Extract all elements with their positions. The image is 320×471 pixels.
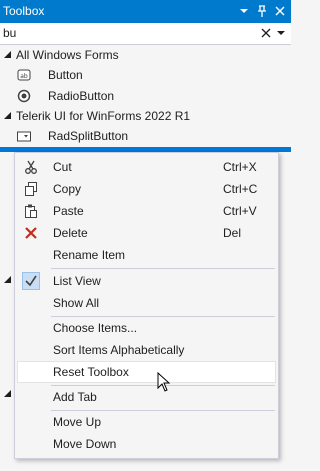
item-label: Button bbox=[48, 68, 83, 82]
menu-item-choose-items[interactable]: Choose Items... bbox=[17, 317, 276, 339]
paste-icon bbox=[23, 203, 39, 219]
close-icon[interactable] bbox=[272, 3, 288, 19]
menu-label: Delete bbox=[53, 226, 88, 240]
menu-item-reset-toolbox[interactable]: Reset Toolbox bbox=[17, 361, 276, 383]
menu-item-paste[interactable]: Paste Ctrl+V bbox=[17, 200, 276, 222]
tree-item-button[interactable]: ab Button bbox=[0, 65, 291, 85]
tree-group-telerik[interactable]: Telerik UI for WinForms 2022 R1 bbox=[0, 106, 291, 126]
expanded-arrow-icon[interactable] bbox=[4, 390, 11, 397]
menu-shortcut: Ctrl+V bbox=[223, 204, 257, 218]
menu-item-cut[interactable]: Cut Ctrl+X bbox=[17, 156, 276, 178]
tree-item-radsplitbutton[interactable]: RadSplitButton bbox=[0, 126, 291, 146]
search-input[interactable] bbox=[3, 25, 243, 41]
menu-item-move-down[interactable]: Move Down bbox=[17, 433, 276, 455]
menu-label: Copy bbox=[53, 182, 82, 196]
expanded-arrow-icon[interactable] bbox=[4, 51, 11, 58]
mouse-cursor-icon bbox=[157, 371, 171, 395]
menu-item-sort-items[interactable]: Sort Items Alphabetically bbox=[17, 339, 276, 361]
menu-label: List View bbox=[53, 274, 101, 288]
menu-label: Move Up bbox=[53, 415, 102, 429]
item-label: RadioButton bbox=[48, 89, 115, 103]
menu-item-rename-item[interactable]: Rename Item bbox=[17, 244, 276, 266]
tree-group-all-windows-forms[interactable]: All Windows Forms bbox=[0, 45, 291, 65]
split-button-icon bbox=[17, 129, 31, 143]
group-label: Telerik UI for WinForms 2022 R1 bbox=[16, 109, 191, 123]
menu-label: Paste bbox=[53, 204, 84, 218]
toolbox-title-bar[interactable]: Toolbox bbox=[0, 0, 291, 23]
button-control-icon: ab bbox=[17, 68, 31, 82]
menu-label: Cut bbox=[53, 160, 72, 174]
svg-text:ab: ab bbox=[20, 73, 28, 80]
menu-label: Show All bbox=[53, 296, 100, 310]
copy-icon bbox=[23, 181, 39, 197]
menu-item-show-all[interactable]: Show All bbox=[17, 292, 276, 314]
context-menu: Cut Ctrl+X Copy Ctrl+C Paste Ctrl+V Dele… bbox=[14, 152, 279, 459]
scissors-icon bbox=[23, 159, 39, 175]
menu-shortcut: Del bbox=[223, 226, 242, 240]
clear-search-icon[interactable] bbox=[259, 26, 273, 40]
menu-shortcut: Ctrl+X bbox=[223, 160, 257, 174]
window-title: Toolbox bbox=[3, 4, 45, 18]
menu-label: Reset Toolbox bbox=[53, 365, 129, 379]
menu-item-list-view[interactable]: List View bbox=[17, 270, 276, 292]
menu-label: Sort Items Alphabetically bbox=[53, 343, 185, 357]
checkmark-icon bbox=[22, 272, 40, 290]
delete-icon bbox=[23, 225, 39, 241]
expanded-arrow-icon[interactable] bbox=[4, 112, 11, 119]
item-label: RadSplitButton bbox=[48, 129, 129, 143]
search-bar bbox=[0, 23, 291, 45]
menu-label: Add Tab bbox=[53, 390, 97, 404]
menu-label: Move Down bbox=[53, 437, 117, 451]
menu-item-add-tab[interactable]: Add Tab bbox=[17, 386, 276, 408]
menu-label: Choose Items... bbox=[53, 321, 138, 335]
menu-item-copy[interactable]: Copy Ctrl+C bbox=[17, 178, 276, 200]
expanded-arrow-icon[interactable] bbox=[4, 276, 11, 283]
group-label: All Windows Forms bbox=[16, 48, 119, 62]
pin-icon[interactable] bbox=[254, 3, 270, 19]
menu-item-move-up[interactable]: Move Up bbox=[17, 411, 276, 433]
menu-shortcut: Ctrl+C bbox=[223, 182, 258, 196]
radio-button-icon bbox=[17, 89, 31, 103]
menu-item-delete[interactable]: Delete Del bbox=[17, 222, 276, 244]
tree-item-radiobutton[interactable]: RadioButton bbox=[0, 86, 291, 106]
menu-separator bbox=[51, 268, 275, 269]
search-options-dropdown-icon[interactable] bbox=[274, 26, 288, 40]
menu-label: Rename Item bbox=[53, 248, 126, 262]
dropdown-arrow-icon[interactable] bbox=[236, 3, 252, 19]
